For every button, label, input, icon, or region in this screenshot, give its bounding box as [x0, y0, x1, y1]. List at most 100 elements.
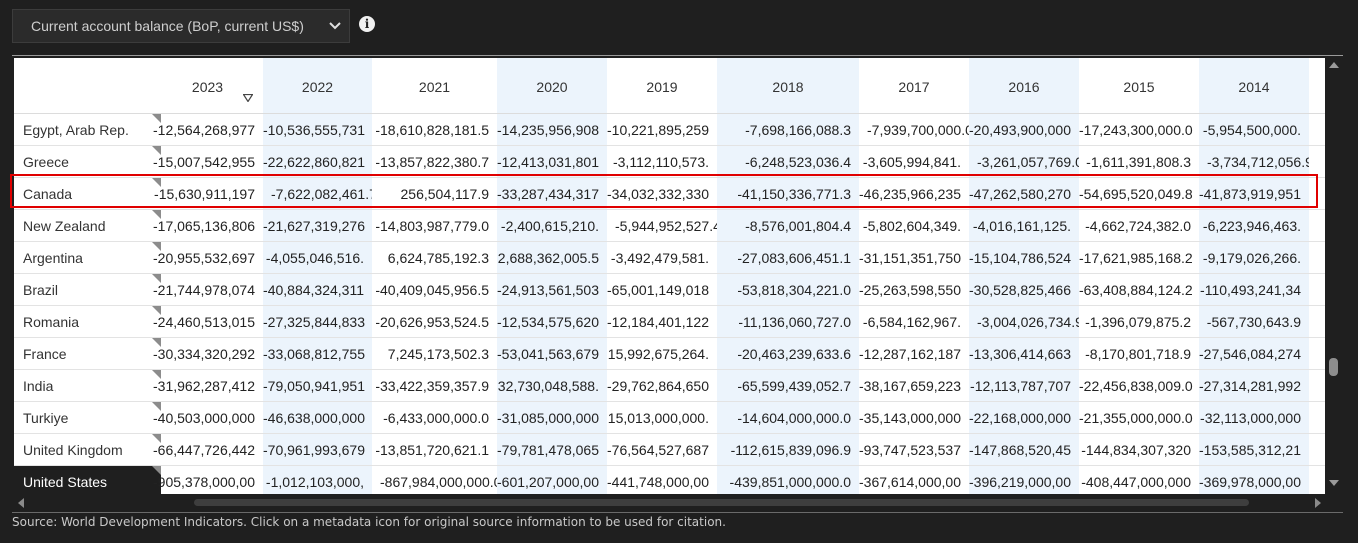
value-cell: -3,734,712,056.9	[1199, 146, 1309, 177]
value-text: 32,730,048,588.	[497, 378, 599, 394]
column-header-2017[interactable]: 2017	[859, 58, 969, 114]
table-row[interactable]: Argentina -20,955,532,697 -4,055,046,516. 6…	[14, 242, 1325, 274]
value-text: -110,493,241,34	[1200, 282, 1301, 298]
table-row[interactable]: France -30,334,320,292 -33,068,812,755 7,24…	[14, 338, 1325, 370]
column-header-2018[interactable]: 2018	[717, 58, 859, 114]
value-text: -17,243,300,000.0	[1079, 122, 1193, 138]
column-header-2023[interactable]: 2023	[152, 58, 263, 114]
info-icon[interactable]: i	[359, 16, 375, 32]
footer-divider	[12, 512, 1343, 513]
value-text: -11,136,060,727.0	[738, 314, 851, 330]
value-text: -76,564,527,687	[607, 442, 709, 458]
column-header-2014[interactable]: 2014	[1199, 58, 1309, 114]
value-text: -24,913,561,503	[497, 282, 599, 298]
country-label: Argentina	[23, 250, 83, 266]
scroll-right-icon[interactable]	[1315, 498, 1321, 508]
value-text: -2,400,615,210.	[500, 218, 599, 234]
value-cell: -15,007,542,955	[152, 146, 263, 177]
value-text: -65,599,439,052.7	[737, 378, 851, 394]
value-cell: -12,413,031,801	[497, 146, 607, 177]
value-cell: -905,378,000,00	[152, 466, 263, 494]
value-cell: -147,868,520,45	[969, 434, 1079, 465]
country-name[interactable]: Argentina	[14, 242, 161, 273]
value-cell: -21,744,978,074	[152, 274, 263, 305]
value-text: -441,748,000,00	[607, 474, 709, 490]
value-cell: -3,261,057,769.0	[969, 146, 1079, 177]
value-text: -30,528,825,466	[969, 282, 1071, 298]
value-cell: 15,013,000,000.	[607, 402, 717, 433]
country-name[interactable]: Turkiye	[14, 402, 161, 433]
value-text: -17,621,985,168.2	[1079, 250, 1193, 266]
value-cell: -112,615,839,096.9	[717, 434, 859, 465]
table-row[interactable]: Brazil -21,744,978,074 -40,884,324,311 -40,…	[14, 274, 1325, 306]
indicator-select[interactable]: Current account balance (BoP, current US…	[12, 9, 350, 43]
horizontal-scroll-thumb[interactable]	[194, 499, 1249, 506]
value-text: -53,818,304,221.0	[737, 282, 851, 298]
value-cell: -8,576,001,804.4	[717, 210, 859, 241]
value-text: -14,604,000,000.0	[737, 410, 851, 426]
value-text: -17,065,136,806	[153, 218, 255, 234]
value-text: 7,245,173,502.3	[387, 346, 489, 362]
value-text: 6,624,785,192.3	[387, 250, 489, 266]
country-name[interactable]: Egypt, Arab Rep.	[14, 114, 161, 145]
table-row[interactable]: Egypt, Arab Rep. -12,564,268,977 -10,536,5…	[14, 114, 1325, 146]
column-header-2020[interactable]: 2020	[497, 58, 607, 114]
value-text: -4,662,724,382.0	[1085, 218, 1191, 234]
value-cell: -30,528,825,466	[969, 274, 1079, 305]
sort-desc-icon[interactable]	[243, 94, 253, 102]
value-cell: -1,396,079,875.2	[1079, 306, 1199, 337]
value-text: -367,614,000,00	[859, 474, 961, 490]
value-cell: -3,492,479,581.	[607, 242, 717, 273]
table-row[interactable]: New Zealand -17,065,136,806 -21,627,319,27…	[14, 210, 1325, 242]
scroll-up-icon[interactable]	[1329, 62, 1339, 68]
country-label: Brazil	[23, 282, 59, 298]
value-text: -53,041,563,679	[497, 346, 599, 362]
country-name[interactable]: India	[14, 370, 161, 401]
column-header-2022[interactable]: 2022	[263, 58, 372, 114]
value-text: -65,001,149,018	[607, 282, 709, 298]
value-text: -4,055,046,516.	[265, 250, 364, 266]
country-name[interactable]: Greece	[14, 146, 161, 177]
divider	[12, 55, 1343, 56]
country-name[interactable]: United Kingdom	[14, 434, 161, 465]
scroll-down-icon[interactable]	[1329, 480, 1339, 486]
value-cell: -70,961,993,679	[263, 434, 372, 465]
horizontal-scrollbar[interactable]	[14, 494, 1325, 510]
table-row[interactable]: United States -905,378,000,00 -1,012,103,0…	[14, 466, 1325, 494]
value-text: -3,261,057,769.0	[977, 154, 1079, 170]
value-cell: -33,068,812,755	[263, 338, 372, 369]
value-text: -31,085,000,000	[497, 410, 599, 426]
value-text: -13,851,720,621.1	[375, 442, 489, 458]
value-text: -5,802,604,349.	[862, 218, 961, 234]
table-row[interactable]: United Kingdom -66,447,726,442 -70,961,993…	[14, 434, 1325, 466]
country-name[interactable]: France	[14, 338, 161, 369]
column-header-2016[interactable]: 2016	[969, 58, 1079, 114]
value-cell: 2,688,362,005.5	[497, 242, 607, 273]
table-row[interactable]: India -31,962,287,412 -79,050,941,951 -33,4…	[14, 370, 1325, 402]
value-cell: -11,136,060,727.0	[717, 306, 859, 337]
value-text: -3,605,994,841.	[862, 154, 961, 170]
column-header-2019[interactable]: 2019	[607, 58, 717, 114]
vertical-scroll-thumb[interactable]	[1329, 358, 1338, 376]
table-row[interactable]: Turkiye -40,503,000,000 -46,638,000,000 -6,…	[14, 402, 1325, 434]
column-header-2015[interactable]: 2015	[1079, 58, 1199, 114]
vertical-scrollbar[interactable]	[1325, 58, 1343, 494]
value-text: -369,978,000,00	[1199, 474, 1301, 490]
value-cell: -27,546,084,274	[1199, 338, 1309, 369]
value-text: -7,698,166,088.3	[745, 122, 851, 138]
value-cell: 7,245,173,502.3	[372, 338, 497, 369]
country-name[interactable]: Brazil	[14, 274, 161, 305]
country-name[interactable]: New Zealand	[14, 210, 161, 241]
value-cell: -27,314,281,992	[1199, 370, 1309, 401]
column-header-2021[interactable]: 2021	[372, 58, 497, 114]
value-cell: -12,287,162,187	[859, 338, 969, 369]
country-name[interactable]: United States	[14, 466, 161, 494]
value-text: -905,378,000,00	[153, 474, 255, 490]
country-name[interactable]: Romania	[14, 306, 161, 337]
scroll-left-icon[interactable]	[18, 498, 24, 508]
table-row[interactable]: Romania -24,460,513,015 -27,325,844,833 -20…	[14, 306, 1325, 338]
value-text: -22,622,860,821	[263, 154, 365, 170]
value-text: -29,762,864,650	[607, 378, 709, 394]
value-text: -22,456,838,009.0	[1079, 378, 1193, 394]
value-cell: -20,493,900,000	[969, 114, 1079, 145]
